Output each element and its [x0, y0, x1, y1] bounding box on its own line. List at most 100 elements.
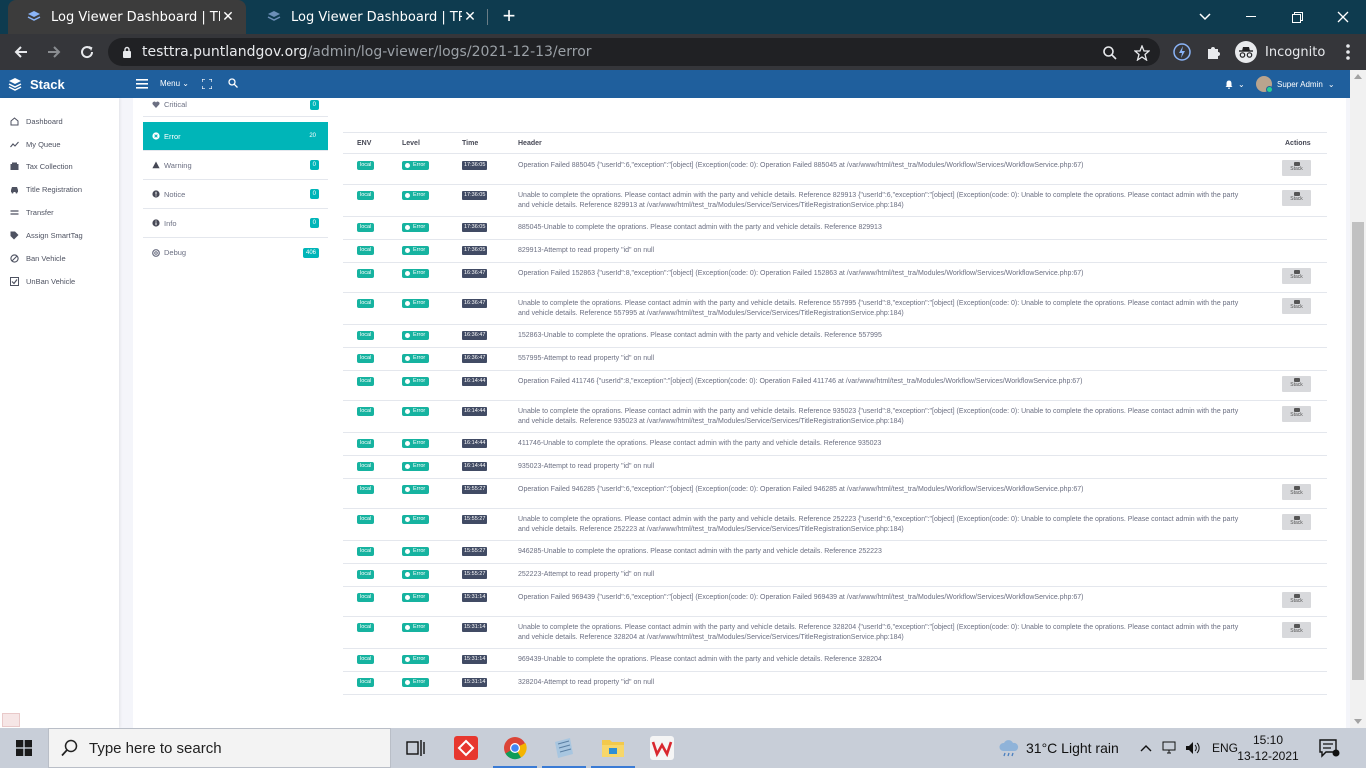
new-tab-button[interactable]: +: [499, 4, 519, 28]
taskbar-clock[interactable]: 15:10 13-12-2021: [1236, 732, 1300, 764]
table-row[interactable]: local Error 16:36:47 152863-Unable to compl…: [343, 325, 1327, 348]
notification-center-icon[interactable]: [1318, 738, 1340, 758]
level-item-notice[interactable]: Notice 0: [143, 180, 328, 209]
times-circle-icon: [405, 225, 410, 230]
sidebar-item-unban-vehicle[interactable]: UnBan Vehicle: [10, 274, 75, 288]
extension-bolt-icon[interactable]: [1171, 41, 1193, 63]
sidebar-item-title-registration[interactable]: Title Registration: [10, 182, 82, 196]
col-env[interactable]: ENV: [357, 140, 371, 147]
language-indicator[interactable]: ENG: [1212, 728, 1238, 768]
table-row[interactable]: local Error 16:36:47 557995-Attempt to read…: [343, 348, 1327, 371]
scrollbar-thumb[interactable]: [1352, 222, 1364, 680]
puzzle-extensions-icon[interactable]: [1203, 41, 1225, 63]
table-row[interactable]: local Error 16:14:44 411746-Unable to compl…: [343, 433, 1327, 456]
sidebar-item-dashboard[interactable]: Dashboard: [10, 114, 63, 128]
life-ring-icon: [152, 248, 160, 257]
minimize-icon[interactable]: [1228, 0, 1274, 34]
table-row[interactable]: local Error 15:55:27 946285-Unable to compl…: [343, 541, 1327, 564]
stack-toggle-button[interactable]: Stack: [1282, 592, 1311, 608]
forward-arrow-icon[interactable]: [41, 39, 67, 65]
table-row[interactable]: local Error 15:55:27 252223-Attempt to read…: [343, 564, 1327, 587]
back-arrow-icon[interactable]: [8, 39, 34, 65]
col-level[interactable]: Level: [402, 140, 420, 147]
table-header: ENV Level Time Header Actions: [343, 132, 1327, 154]
table-row[interactable]: local Error 17:36:05 Operation Failed 88504…: [343, 155, 1327, 185]
sidebar-item-transfer[interactable]: Transfer: [10, 205, 54, 219]
col-time[interactable]: Time: [462, 140, 478, 147]
notifications-dropdown[interactable]: ⌄: [1225, 78, 1245, 90]
stack-toggle-button[interactable]: Stack: [1282, 484, 1311, 500]
search-icon[interactable]: [228, 78, 238, 88]
stack-toggle-button[interactable]: Stack: [1282, 514, 1311, 530]
table-row[interactable]: local Error 16:14:44 935023-Attempt to read…: [343, 456, 1327, 479]
scroll-down-icon[interactable]: [1354, 719, 1362, 724]
scroll-up-icon[interactable]: [1354, 74, 1362, 79]
weather-widget[interactable]: 31°C Light rain: [998, 728, 1119, 768]
close-window-icon[interactable]: [1320, 0, 1366, 34]
table-row[interactable]: local Error 15:31:14 Operation Failed 96943…: [343, 587, 1327, 617]
table-row[interactable]: local Error 17:36:05 829913-Attempt to read…: [343, 240, 1327, 263]
table-row[interactable]: local Error 15:31:14 969439-Unable to compl…: [343, 649, 1327, 672]
task-view-icon[interactable]: [392, 728, 440, 768]
close-tab-icon[interactable]: ✕: [220, 9, 236, 25]
sidebar-item-ban-vehicle[interactable]: Ban Vehicle: [10, 251, 66, 265]
table-row[interactable]: local Error 15:31:14 328204-Attempt to read…: [343, 672, 1327, 695]
restore-icon[interactable]: [1274, 0, 1320, 34]
lock-icon[interactable]: [120, 45, 134, 59]
stack-toggle-button[interactable]: Stack: [1282, 160, 1311, 176]
show-hidden-icons[interactable]: [1140, 728, 1152, 768]
bookmark-star-icon[interactable]: [1132, 43, 1152, 63]
chrome-icon[interactable]: [491, 728, 539, 768]
fullscreen-icon[interactable]: [202, 79, 212, 89]
hamburger-menu-icon[interactable]: [136, 78, 148, 90]
col-header[interactable]: Header: [518, 140, 542, 147]
stack-toggle-button[interactable]: Stack: [1282, 622, 1311, 638]
table-row[interactable]: local Error 16:14:44 Unable to complete the…: [343, 401, 1327, 433]
network-icon[interactable]: [1162, 728, 1176, 768]
stack-toggle-button[interactable]: Stack: [1282, 298, 1311, 314]
table-row[interactable]: local Error 16:36:47 Unable to complete the…: [343, 293, 1327, 325]
notepad-app-icon[interactable]: [540, 728, 588, 768]
table-row[interactable]: local Error 15:55:27 Operation Failed 94628…: [343, 479, 1327, 509]
anydesk-icon[interactable]: [442, 728, 490, 768]
level-item-debug[interactable]: Debug 406: [143, 238, 328, 267]
browser-tab-active[interactable]: Log Viewer Dashboard | TRA App ✕: [8, 0, 246, 34]
tab-search-icon[interactable]: [1182, 0, 1228, 34]
reload-icon[interactable]: [74, 39, 100, 65]
taskbar-search-input[interactable]: Type here to search: [48, 728, 391, 768]
zoom-search-icon[interactable]: [1100, 43, 1120, 63]
stack-toggle-button[interactable]: Stack: [1282, 190, 1311, 206]
level-item-warning[interactable]: Warning 0: [143, 151, 328, 180]
sidebar-item-assign-smarttag[interactable]: Assign SmartTag: [10, 228, 83, 242]
stack-toggle-button[interactable]: Stack: [1282, 406, 1311, 422]
corner-widget[interactable]: [2, 713, 20, 727]
user-menu[interactable]: Super Admin ⌄: [1256, 70, 1335, 98]
level-item-critical[interactable]: Critical 0: [143, 93, 328, 117]
sidebar-item-my-queue[interactable]: My Queue: [10, 137, 61, 151]
page-scrollbar[interactable]: [1350, 70, 1366, 728]
file-explorer-icon[interactable]: [589, 728, 637, 768]
table-row[interactable]: local Error 15:55:27 Unable to complete the…: [343, 509, 1327, 541]
brand[interactable]: Stack: [8, 70, 65, 98]
sidebar-item-tax-collection[interactable]: Tax Collection: [10, 159, 73, 173]
close-tab-icon[interactable]: ✕: [462, 9, 478, 25]
table-row[interactable]: local Error 17:36:05 885045-Unable to compl…: [343, 217, 1327, 240]
stack-toggle-button[interactable]: Stack: [1282, 268, 1311, 284]
table-row[interactable]: local Error 15:31:14 Unable to complete the…: [343, 617, 1327, 649]
windows-start-icon[interactable]: [16, 740, 32, 756]
browser-tab-inactive[interactable]: Log Viewer Dashboard | TRA App ✕: [248, 0, 488, 34]
level-item-info[interactable]: Info 0: [143, 209, 328, 238]
stack-toggle-button[interactable]: Stack: [1282, 376, 1311, 392]
table-row[interactable]: local Error 17:36:05 Unable to complete the…: [343, 185, 1327, 217]
times-circle-icon: [152, 132, 160, 140]
env-badge: local: [357, 623, 375, 632]
address-bar[interactable]: testtra.puntlandgov.org/admin/log-viewer…: [108, 38, 1160, 66]
level-item-error[interactable]: Error 20: [143, 122, 328, 151]
wps-office-icon[interactable]: [638, 728, 686, 768]
incognito-indicator[interactable]: Incognito: [1235, 39, 1325, 65]
volume-icon[interactable]: [1185, 728, 1201, 768]
table-row[interactable]: local Error 16:36:47 Operation Failed 15286…: [343, 263, 1327, 293]
log-header-text: Operation Failed 152863 {"userId":8,"exc…: [518, 270, 1084, 277]
browser-menu-icon[interactable]: [1338, 42, 1358, 62]
table-row[interactable]: local Error 16:14:44 Operation Failed 41174…: [343, 371, 1327, 401]
